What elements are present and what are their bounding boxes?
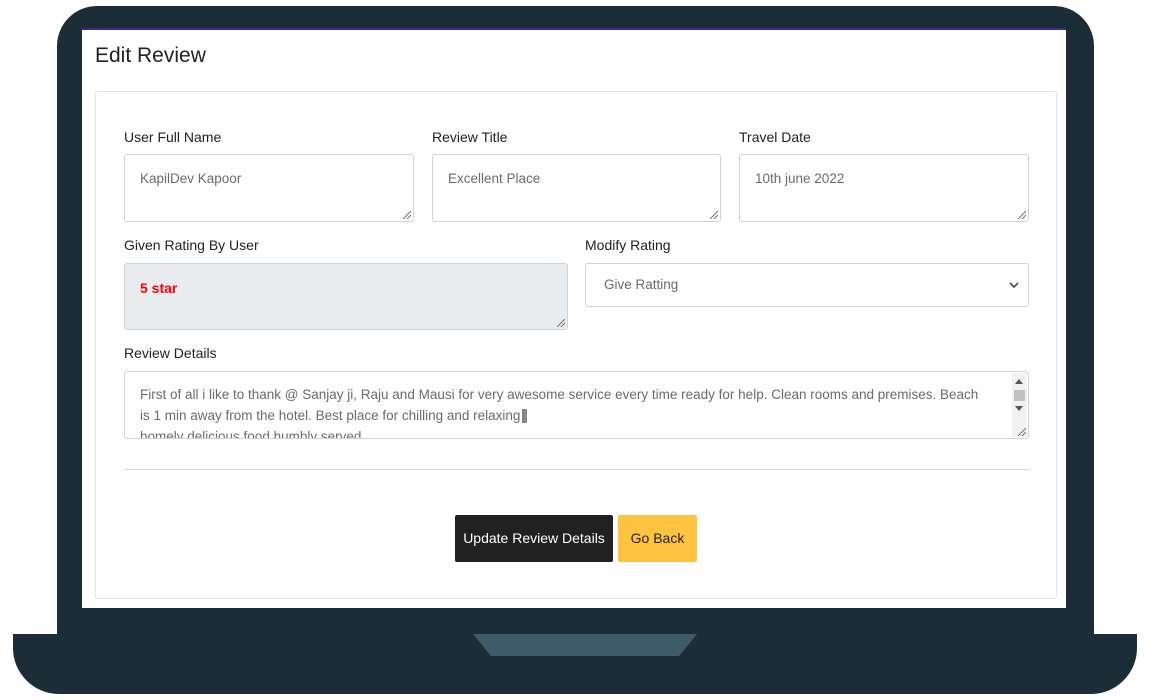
resize-grip-icon[interactable] (1018, 211, 1026, 219)
resize-grip-icon[interactable] (403, 211, 411, 219)
travel-date-label: Travel Date (739, 129, 811, 145)
modify-rating-selected: Give Ratting (604, 277, 679, 292)
form-divider (124, 469, 1029, 470)
text-cursor (522, 409, 528, 424)
scroll-thumb[interactable] (1014, 390, 1025, 401)
edit-review-form: User Full Name KapilDev Kapoor Review Ti… (95, 91, 1057, 599)
review-title-field[interactable]: Excellent Place (432, 154, 721, 222)
user-full-name-field[interactable]: KapilDev Kapoor (124, 154, 414, 222)
scroll-up-icon[interactable] (1015, 379, 1023, 384)
review-details-field[interactable]: First of all i like to thank @ Sanjay ji… (124, 371, 1029, 439)
review-details-label: Review Details (124, 345, 217, 361)
travel-date-value: 10th june 2022 (755, 171, 845, 186)
review-title-value: Excellent Place (448, 171, 541, 186)
resize-grip-icon (557, 319, 565, 327)
review-title-label: Review Title (432, 129, 508, 145)
resize-grip-icon[interactable] (1018, 428, 1026, 436)
review-details-line2: homely delicious food humbly served (140, 429, 362, 439)
modify-rating-select[interactable]: Give Ratting (585, 263, 1029, 307)
user-full-name-label: User Full Name (124, 129, 222, 145)
update-review-button[interactable]: Update Review Details (455, 515, 613, 562)
page-title: Edit Review (95, 44, 206, 67)
review-details-line1: First of all i like to thank @ Sanjay ji… (140, 387, 979, 423)
given-rating-value: 5 star (140, 280, 178, 296)
chevron-down-icon (1009, 282, 1019, 289)
screen: Edit Review User Full Name KapilDev Kapo… (82, 28, 1066, 608)
given-rating-field: 5 star (124, 263, 568, 330)
given-rating-label: Given Rating By User (124, 237, 259, 253)
modify-rating-label: Modify Rating (585, 237, 671, 253)
user-full-name-value: KapilDev Kapoor (140, 171, 242, 186)
scroll-down-icon[interactable] (1015, 406, 1023, 411)
travel-date-field[interactable]: 10th june 2022 (739, 154, 1029, 222)
laptop-notch (473, 634, 697, 656)
resize-grip-icon[interactable] (710, 211, 718, 219)
go-back-button[interactable]: Go Back (618, 515, 697, 562)
